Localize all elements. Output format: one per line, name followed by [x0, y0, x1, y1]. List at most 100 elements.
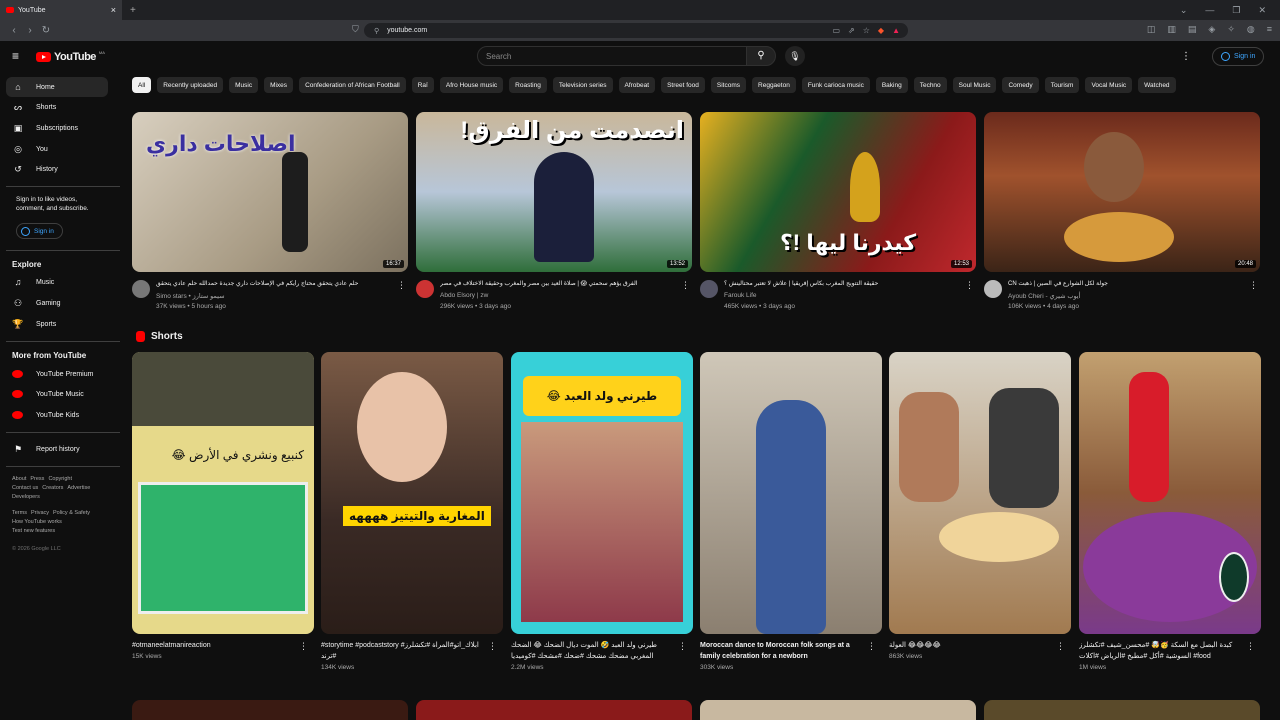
short-thumbnail[interactable]	[1079, 352, 1261, 634]
footer-link[interactable]: About	[12, 476, 26, 482]
bookmark-icon[interactable]: ⛉	[352, 24, 359, 35]
chip[interactable]: Confederation of African Football	[299, 77, 406, 93]
sign-in-button[interactable]: Sign in	[1212, 47, 1265, 66]
sidebar-item-shorts[interactable]: ᔕ Shorts	[6, 97, 108, 117]
sidebar-item-subscriptions[interactable]: ▣ Subscriptions	[6, 118, 108, 138]
chip[interactable]: Music	[229, 77, 259, 93]
video-title[interactable]: حلم عادي يتحقق محتاج رأيكم في الإصلاحات …	[156, 280, 396, 287]
footer-link[interactable]: Copyright	[48, 476, 72, 482]
short-card[interactable]: كبدة البصل مع السكة 🥳🤯 #محسن_شيف #تكشلرز…	[1079, 352, 1261, 671]
video-thumbnail[interactable]	[700, 700, 976, 720]
rewards-icon[interactable]: ▲	[892, 26, 900, 35]
chip[interactable]: Reggaeton	[752, 77, 796, 93]
video-menu-icon[interactable]: ⋮	[1249, 280, 1258, 291]
maximize-icon[interactable]: ❐	[1232, 5, 1240, 16]
footer-link[interactable]: Press	[30, 476, 44, 482]
avatar[interactable]	[416, 280, 434, 298]
location-icon[interactable]: ◍	[1247, 24, 1255, 35]
footer-link[interactable]: Creators	[42, 485, 63, 491]
video-thumbnail[interactable]: كيدرنا ليها !؟ 12:53	[700, 112, 976, 272]
back-icon[interactable]: ‹	[6, 25, 22, 36]
short-title[interactable]: Moroccan dance to Moroccan folk songs at…	[700, 640, 865, 662]
chip[interactable]: Baking	[875, 77, 908, 93]
video-thumbnail[interactable]: اصلاحات داري 16:37	[132, 112, 408, 272]
footer-link[interactable]: Contact us	[12, 485, 38, 491]
channel-name[interactable]: Ayoub Cheri - أيوب شيري	[1008, 292, 1080, 300]
chip[interactable]: All	[132, 77, 152, 93]
avatar[interactable]	[132, 280, 150, 298]
sidebar-toggle-icon[interactable]: ▥	[1167, 24, 1176, 35]
footer-link[interactable]: How YouTube works	[12, 519, 62, 525]
sidebar-item-report-history[interactable]: ⚑ Report history	[6, 439, 108, 459]
chip[interactable]: Sitcoms	[710, 77, 747, 93]
video-thumbnail[interactable]	[132, 700, 408, 720]
youtube-logo[interactable]: YouTube MA	[36, 50, 105, 63]
channel-name[interactable]: Abdo Elsory | zw	[440, 292, 488, 299]
footer-link[interactable]: Policy & Safety	[53, 510, 90, 516]
sidebar-item-you[interactable]: ◎ You	[6, 139, 108, 159]
share-icon[interactable]: ⇗	[848, 26, 855, 35]
video-thumbnail[interactable]: انصدمت من الفرق! 13:52	[416, 112, 692, 272]
video-card[interactable]: كيدرنا ليها !؟ 12:53 حقيقة التتويج المغر…	[700, 112, 976, 316]
video-menu-icon[interactable]: ⋮	[965, 280, 974, 291]
video-title[interactable]: حقيقة التتويج المغرب بكأس إفريقيا | علاش…	[724, 280, 964, 287]
settings-kebab-icon[interactable]: ⋮	[1181, 51, 1191, 62]
chip[interactable]: Watched	[1138, 77, 1176, 93]
chip[interactable]: Afro House music	[439, 77, 504, 93]
forward-icon[interactable]: ›	[22, 25, 38, 36]
sidebar-item-music[interactable]: ♫ Music	[6, 272, 108, 292]
channel-name[interactable]: Simo stars • سيمو ستارز	[156, 292, 225, 300]
short-menu-icon[interactable]: ⋮	[488, 641, 497, 652]
video-thumbnail[interactable]	[416, 700, 692, 720]
short-card[interactable]: المغاربة والتيتيز ههههه #storytime #podc…	[321, 352, 503, 671]
sidebar-item-home[interactable]: ⌂ Home	[6, 77, 108, 97]
extension-icon[interactable]: ◫	[1147, 24, 1156, 35]
tab-search-icon[interactable]: ⌄	[1180, 5, 1188, 16]
leo-icon[interactable]: ✧	[1227, 24, 1235, 35]
short-title[interactable]: طيرني ولد العبد 🤣 الموت ديال الضحك 😂 الض…	[511, 640, 676, 662]
chip[interactable]: Funk carioca music	[801, 77, 870, 93]
short-thumbnail[interactable]: كنبيع ونشري في الأرض 😂	[132, 352, 314, 634]
chip[interactable]: Techno	[913, 77, 947, 93]
footer-link[interactable]: Advertise	[67, 485, 90, 491]
short-card[interactable]: كنبيع ونشري في الأرض 😂 #otmaneelatmanire…	[132, 352, 314, 660]
sidebar-item-history[interactable]: ↺ History	[6, 159, 108, 179]
chip[interactable]: Recently uploaded	[157, 77, 224, 93]
search-input[interactable]: Search	[477, 46, 747, 66]
short-menu-icon[interactable]: ⋮	[1056, 641, 1065, 652]
short-menu-icon[interactable]: ⋮	[1246, 641, 1255, 652]
video-card[interactable]: اصلاحات داري 16:37 حلم عادي يتحقق محتاج …	[132, 112, 408, 316]
short-card[interactable]: العولة 😂😂😂😂 863K views ⋮	[889, 352, 1071, 660]
sidebar-item-youtube-music[interactable]: YouTube Music	[6, 384, 108, 404]
short-menu-icon[interactable]: ⋮	[867, 641, 876, 652]
chip[interactable]: Raï	[411, 77, 434, 93]
brave-shield-icon[interactable]: ◆	[878, 26, 884, 35]
chip[interactable]: Soul Music	[952, 77, 997, 93]
voice-search-button[interactable]: 🎙	[785, 46, 805, 66]
video-card[interactable]: 20:48 جولة لكل الشوارع في الصين | ذهبت C…	[984, 112, 1260, 316]
cast-icon[interactable]: ▭	[832, 26, 840, 35]
vpn-icon[interactable]: ◈	[1208, 24, 1215, 35]
footer-link[interactable]: Developers	[12, 494, 40, 500]
sidebar-item-youtube-premium[interactable]: YouTube Premium	[6, 364, 108, 384]
sidebar-item-youtube-kids[interactable]: YouTube Kids	[6, 405, 108, 425]
short-title[interactable]: #storytime #podcaststory #ابلاك_اتو#المر…	[321, 640, 486, 662]
channel-name[interactable]: Farouk Life	[724, 292, 757, 299]
short-title[interactable]: العولة 😂😂😂😂	[889, 640, 1054, 651]
menu-icon[interactable]: ≡	[1267, 24, 1272, 35]
footer-link[interactable]: Terms	[12, 510, 27, 516]
video-thumbnail[interactable]: 20:48	[984, 112, 1260, 272]
short-thumbnail[interactable]	[700, 352, 882, 634]
video-menu-icon[interactable]: ⋮	[397, 280, 406, 291]
chip[interactable]: Vocal Music	[1085, 77, 1133, 93]
chip[interactable]: Street food	[661, 77, 705, 93]
short-menu-icon[interactable]: ⋮	[678, 641, 687, 652]
avatar[interactable]	[700, 280, 718, 298]
video-menu-icon[interactable]: ⋮	[681, 280, 690, 291]
browser-tab[interactable]: YouTube ×	[0, 0, 122, 20]
wallet-icon[interactable]: ▤	[1188, 24, 1197, 35]
sidebar-item-sports[interactable]: 🏆 Sports	[6, 314, 108, 334]
short-card[interactable]: طيرني ولد العبد 😂 طيرني ولد العبد 🤣 المو…	[511, 352, 693, 671]
video-title[interactable]: الفرق يؤهم سحمتي 😱 | صلاة العيد بين مصر …	[440, 280, 680, 287]
search-button[interactable]: ⚲	[746, 46, 776, 66]
